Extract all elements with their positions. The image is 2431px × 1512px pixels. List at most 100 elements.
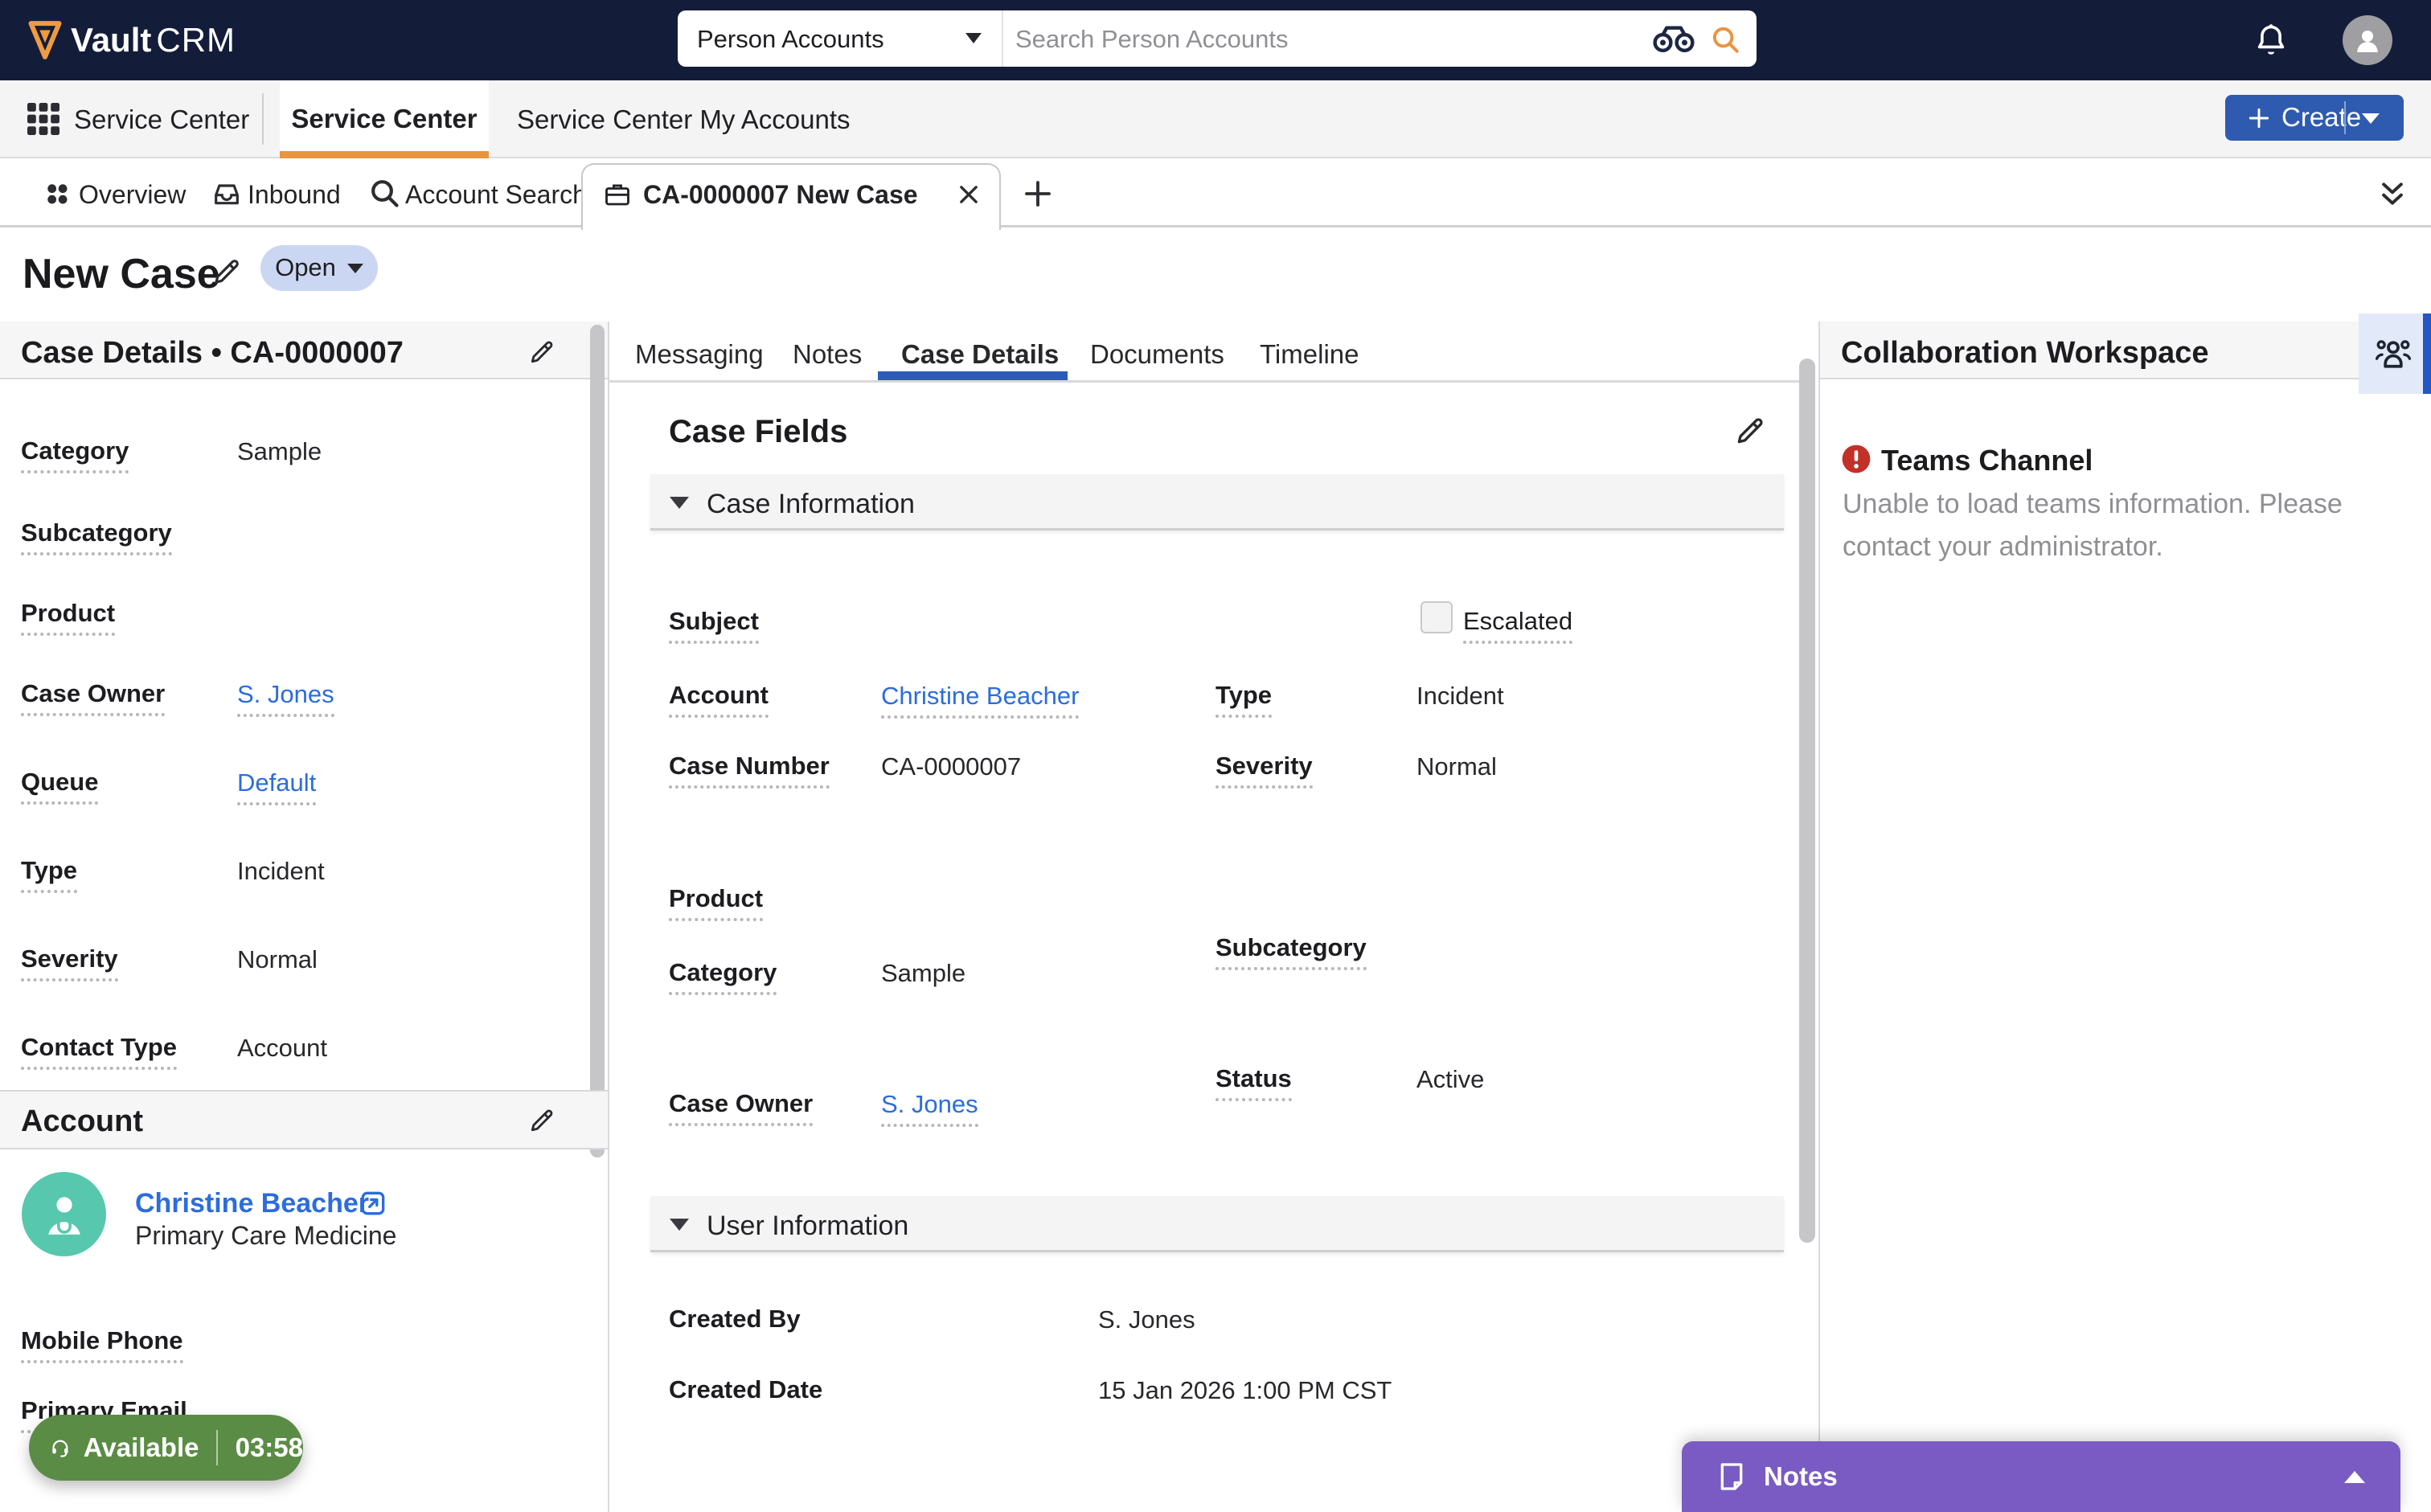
product-label: Product [669, 884, 764, 921]
severity-label: Severity [1216, 752, 1313, 789]
tab-overview[interactable]: Overview [79, 180, 186, 210]
new-tab-plus-icon[interactable] [1021, 177, 1055, 211]
edit-case-details-pencil-icon[interactable] [527, 338, 556, 367]
overview-dots-icon[interactable] [42, 178, 72, 209]
right-panel-divider [1818, 322, 1820, 1512]
field-label: Category [21, 436, 129, 473]
brand-name-light: CRM [156, 21, 236, 59]
tab-timeline[interactable]: Timeline [1260, 339, 1359, 370]
status-label: Status [1216, 1064, 1292, 1101]
brand-logo[interactable]: Vault CRM [27, 0, 236, 80]
notes-collapsed-bar[interactable]: Notes [1682, 1441, 2400, 1512]
case-status-dropdown[interactable]: Open [260, 245, 378, 291]
availability-label: Available [83, 1432, 199, 1462]
type-value: Incident [1416, 682, 1504, 710]
case-details-header: Case Details • CA-0000007 [21, 336, 404, 370]
case-number-label: Case Number [669, 752, 830, 789]
double-chevron-down-icon[interactable] [2376, 178, 2408, 210]
user-information-section-header[interactable]: User Information [650, 1196, 1784, 1252]
binoculars-icon[interactable] [1652, 25, 1695, 54]
tab-case-label: CA-0000007 New Case [643, 180, 918, 209]
escalated-checkbox[interactable] [1420, 601, 1453, 633]
account-specialty: Primary Care Medicine [135, 1221, 397, 1250]
brand-name-bold: Vault [71, 21, 152, 59]
error-icon [1841, 444, 1871, 474]
left-panel-scrollbar[interactable] [590, 325, 605, 1158]
nav-tab-my-accounts[interactable]: Service Center My Accounts [517, 104, 851, 135]
subject-label: Subject [669, 607, 759, 644]
case-information-section-header[interactable]: Case Information [650, 474, 1784, 531]
person-icon [2351, 24, 2384, 56]
section-title: User Information [707, 1211, 909, 1241]
briefcase-icon [603, 180, 632, 209]
tab-messaging[interactable]: Messaging [635, 339, 764, 370]
tab-inbound[interactable]: Inbound [248, 180, 341, 210]
availability-status-pill[interactable]: Available 03:58 [29, 1415, 303, 1481]
field-label: Contact Type [21, 1033, 178, 1070]
search-icon[interactable] [1710, 24, 1740, 55]
account-value-link[interactable]: Christine Beacher [881, 682, 1080, 719]
active-tab-underline [280, 151, 489, 158]
field-label: Subcategory [21, 518, 172, 555]
vault-v-icon [27, 20, 63, 60]
tab-notes[interactable]: Notes [793, 339, 862, 370]
case-number-value: CA-0000007 [881, 752, 1022, 781]
app-name-label[interactable]: Service Center [74, 104, 249, 135]
note-icon [1716, 1461, 1748, 1493]
chevron-down-icon[interactable] [965, 33, 982, 43]
close-icon[interactable] [955, 181, 982, 208]
escalated-label: Escalated [1463, 607, 1573, 644]
field-label: Case Owner [21, 679, 166, 716]
collapse-triangle-icon [670, 497, 689, 509]
teams-people-icon[interactable] [2373, 334, 2413, 375]
collapse-triangle-icon [670, 1219, 689, 1231]
user-avatar[interactable] [2343, 15, 2392, 65]
tab-case-details[interactable]: Case Details [901, 339, 1059, 370]
account-search-icon[interactable] [368, 177, 400, 209]
case-owner-link[interactable]: S. Jones [237, 680, 334, 717]
field-value: Incident [237, 857, 325, 885]
create-button-label: Create [2281, 102, 2362, 133]
create-dropdown-caret[interactable] [2362, 113, 2380, 124]
account-avatar [22, 1172, 106, 1256]
doctor-icon [38, 1188, 91, 1241]
notifications-bell-icon[interactable] [2253, 20, 2290, 60]
tab-documents[interactable]: Documents [1090, 339, 1224, 370]
created-date-label: Created Date [669, 1375, 823, 1403]
page-title: New Case [23, 251, 220, 297]
status-value: Active [1416, 1065, 1485, 1093]
case-owner-value-link[interactable]: S. Jones [881, 1090, 978, 1127]
edit-account-pencil-icon[interactable] [527, 1106, 556, 1135]
app-launcher-grid-icon[interactable] [24, 100, 63, 138]
search-input[interactable]: Search Person Accounts [1015, 25, 1288, 54]
account-name-link[interactable]: Christine Beacher [135, 1188, 369, 1219]
top-bar: Vault CRM Person Accounts Search Person … [0, 0, 2431, 80]
queue-link[interactable]: Default [237, 768, 317, 805]
main-scrollbar[interactable] [1799, 359, 1815, 1243]
headset-icon [50, 1429, 71, 1466]
tabs-bottom-border [609, 380, 1801, 383]
field-label: Type [21, 856, 78, 893]
field-label: Product [21, 599, 116, 636]
teams-error-line2: contact your administrator. [1843, 531, 2163, 562]
search-scope-select[interactable]: Person Accounts [697, 25, 884, 54]
workspace-tab-strip [0, 158, 2431, 227]
inbound-inbox-icon[interactable] [211, 178, 243, 210]
field-label: Queue [21, 768, 99, 805]
nav-tab-label: Service Center [291, 104, 478, 134]
chevron-down-icon [346, 263, 363, 273]
created-date-value: 15 Jan 2026 1:00 PM CST [1098, 1376, 1392, 1404]
external-link-icon[interactable] [360, 1190, 386, 1216]
subcategory-label: Subcategory [1216, 933, 1367, 970]
edit-title-pencil-icon[interactable] [211, 256, 243, 288]
section-title: Case Information [707, 489, 915, 519]
edit-case-fields-pencil-icon[interactable] [1733, 414, 1767, 448]
account-header: Account [21, 1104, 143, 1138]
field-value: Account [237, 1034, 328, 1062]
tab-account-search[interactable]: Account Search [405, 180, 587, 210]
nav-tab-service-center[interactable]: Service Center [280, 80, 489, 158]
pill-divider [216, 1430, 218, 1465]
category-label: Category [669, 958, 777, 995]
collaboration-header: Collaboration Workspace [1841, 336, 2209, 370]
expand-up-triangle-icon[interactable] [2344, 1470, 2365, 1483]
